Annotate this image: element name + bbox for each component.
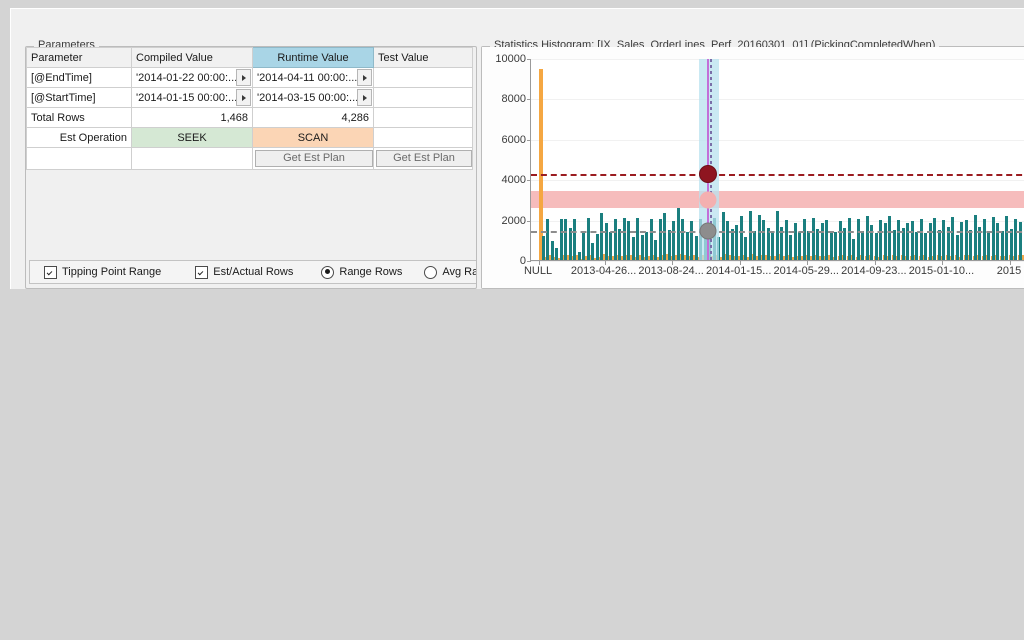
column-header-compiled-value[interactable]: Compiled Value xyxy=(131,47,253,68)
table-row: [@StartTime] '2014-01-15 00:00:... '2014… xyxy=(26,87,473,108)
est-operation-compiled-seek: SEEK xyxy=(131,127,253,148)
est-operation-label: Est Operation xyxy=(26,127,132,148)
chart-options-row: Tipping Point Range Est/Actual Rows Rang… xyxy=(29,260,476,284)
radio-avg-range-rows-icon[interactable] xyxy=(424,265,438,279)
option-range-rows-label: Range Rows xyxy=(339,266,403,278)
x-axis-tick-label: 2013-04-26... xyxy=(570,265,637,277)
param-compiled-starttime-text: '2014-01-15 00:00:... xyxy=(136,91,238,104)
est-operation-runtime-scan: SCAN xyxy=(252,127,374,148)
parameters-table-header-row: Parameter Compiled Value Runtime Value T… xyxy=(26,47,473,68)
parameters-table: Parameter Compiled Value Runtime Value T… xyxy=(26,47,473,170)
statistics-histogram-panel: Statistics Histogram: [IX_Sales_OrderLin… xyxy=(481,39,1024,289)
param-name-endtime: [@EndTime] xyxy=(26,67,132,88)
param-runtime-endtime-text: '2014-04-11 00:00:... xyxy=(257,71,358,84)
dropdown-arrow-icon[interactable] xyxy=(357,89,372,106)
parameters-panel: Parameters Parameter Compiled Value Runt… xyxy=(25,39,477,289)
param-test-endtime[interactable] xyxy=(373,67,473,88)
x-axis-tick-label: 2014-01-15... xyxy=(705,265,772,277)
dropdown-arrow-icon[interactable] xyxy=(236,69,251,86)
param-compiled-endtime[interactable]: '2014-01-22 00:00:... xyxy=(131,67,253,88)
histogram-plot-area[interactable]: 0 2000 4000 6000 8000 10000 xyxy=(495,53,1024,267)
plan-compiled-empty xyxy=(131,147,253,170)
y-axis-tick-label: 4000 xyxy=(501,174,526,187)
y-gridline xyxy=(531,99,1024,101)
y-axis-tick-label: 8000 xyxy=(501,93,526,106)
actual-rows-reference-line xyxy=(531,174,1024,177)
param-compiled-endtime-text: '2014-01-22 00:00:... xyxy=(136,71,238,84)
y-tick-mark xyxy=(527,261,531,262)
checkbox-tipping-point-range-icon[interactable] xyxy=(44,265,57,279)
total-rows-row: Total Rows 1,468 4,286 xyxy=(26,107,473,128)
est-operation-row: Est Operation SEEK SCAN xyxy=(26,127,473,148)
param-test-starttime[interactable] xyxy=(373,87,473,108)
tipping-point-range-band xyxy=(531,191,1024,209)
table-row: [@EndTime] '2014-01-22 00:00:... '2014-0… xyxy=(26,67,473,88)
dropdown-arrow-icon[interactable] xyxy=(236,89,251,106)
total-rows-runtime: 4,286 xyxy=(252,107,374,128)
get-est-plan-runtime-button[interactable]: Get Est Plan xyxy=(255,150,373,167)
column-header-parameter[interactable]: Parameter xyxy=(26,47,132,68)
option-avg-range-rows[interactable]: Avg Range Rows xyxy=(424,265,476,279)
actual-rows-marker[interactable] xyxy=(699,165,718,184)
y-tick-mark xyxy=(527,59,531,60)
param-runtime-starttime[interactable]: '2014-03-15 00:00:... xyxy=(252,87,374,108)
y-axis-tick-label: 6000 xyxy=(501,133,526,146)
dropdown-arrow-icon[interactable] xyxy=(357,69,372,86)
column-header-runtime-value[interactable]: Runtime Value xyxy=(252,47,374,68)
get-est-plan-runtime-cell: Get Est Plan xyxy=(252,147,374,170)
histogram-chart[interactable]: 0 2000 4000 6000 8000 10000 NULL 2013-04-26...… xyxy=(482,47,1024,288)
option-tipping-point-range[interactable]: Tipping Point Range xyxy=(44,265,162,279)
x-axis-tick-label: 2013-08-24... xyxy=(638,265,704,277)
column-header-test-value[interactable]: Test Value xyxy=(373,47,473,68)
y-axis-tick-label: 2000 xyxy=(501,214,526,227)
y-tick-mark xyxy=(527,180,531,182)
x-axis-tick-label: NULL xyxy=(523,265,553,277)
get-est-plan-test-button[interactable]: Get Est Plan xyxy=(376,150,472,167)
y-gridline xyxy=(531,59,1024,60)
x-axis-tick-label: 2014-05-29... xyxy=(773,265,839,277)
x-axis-tick-label: 2015-01-10... xyxy=(908,265,975,277)
y-gridline xyxy=(531,180,1024,182)
parameters-panel-body: Parameter Compiled Value Runtime Value T… xyxy=(26,47,476,288)
param-runtime-endtime[interactable]: '2014-04-11 00:00:... xyxy=(252,67,374,88)
application-window: Parameters Parameter Compiled Value Runt… xyxy=(10,8,1024,289)
histogram-panel-body: 0 2000 4000 6000 8000 10000 NULL 2013-04-26...… xyxy=(482,47,1024,288)
est-operation-test xyxy=(373,127,473,148)
plan-empty-cell xyxy=(26,147,132,170)
checkbox-est-actual-rows-icon[interactable] xyxy=(195,265,209,279)
option-range-rows[interactable]: Range Rows xyxy=(321,265,403,279)
param-runtime-starttime-text: '2014-03-15 00:00:... xyxy=(257,91,359,104)
tipping-point-marker xyxy=(699,191,717,209)
x-axis-tick-label: 2015 xyxy=(996,265,1022,277)
estimated-rows-marker[interactable] xyxy=(699,222,717,240)
y-tick-mark xyxy=(527,99,531,101)
y-tick-mark xyxy=(527,139,531,141)
radio-range-rows-icon[interactable] xyxy=(321,265,335,279)
param-compiled-starttime[interactable]: '2014-01-15 00:00:... xyxy=(131,87,253,108)
option-tipping-point-range-label: Tipping Point Range xyxy=(62,266,162,278)
x-axis-tick-label: 2014-09-23... xyxy=(841,265,907,277)
y-gridline xyxy=(531,139,1024,141)
total-rows-label: Total Rows xyxy=(26,107,132,128)
y-axis-tick-label: 10000 xyxy=(495,53,526,65)
total-rows-compiled: 1,468 xyxy=(131,107,253,128)
option-est-actual-rows[interactable]: Est/Actual Rows xyxy=(195,265,294,279)
get-est-plan-row: Get Est Plan Get Est Plan xyxy=(26,147,473,170)
y-tick-mark xyxy=(527,220,531,222)
option-est-actual-rows-label: Est/Actual Rows xyxy=(213,266,294,278)
estimated-rows-reference-line xyxy=(531,231,1024,234)
option-avg-range-rows-label: Avg Range Rows xyxy=(442,266,476,278)
param-name-starttime: [@StartTime] xyxy=(26,87,132,108)
get-est-plan-test-cell: Get Est Plan xyxy=(373,147,473,170)
total-rows-test xyxy=(373,107,473,128)
